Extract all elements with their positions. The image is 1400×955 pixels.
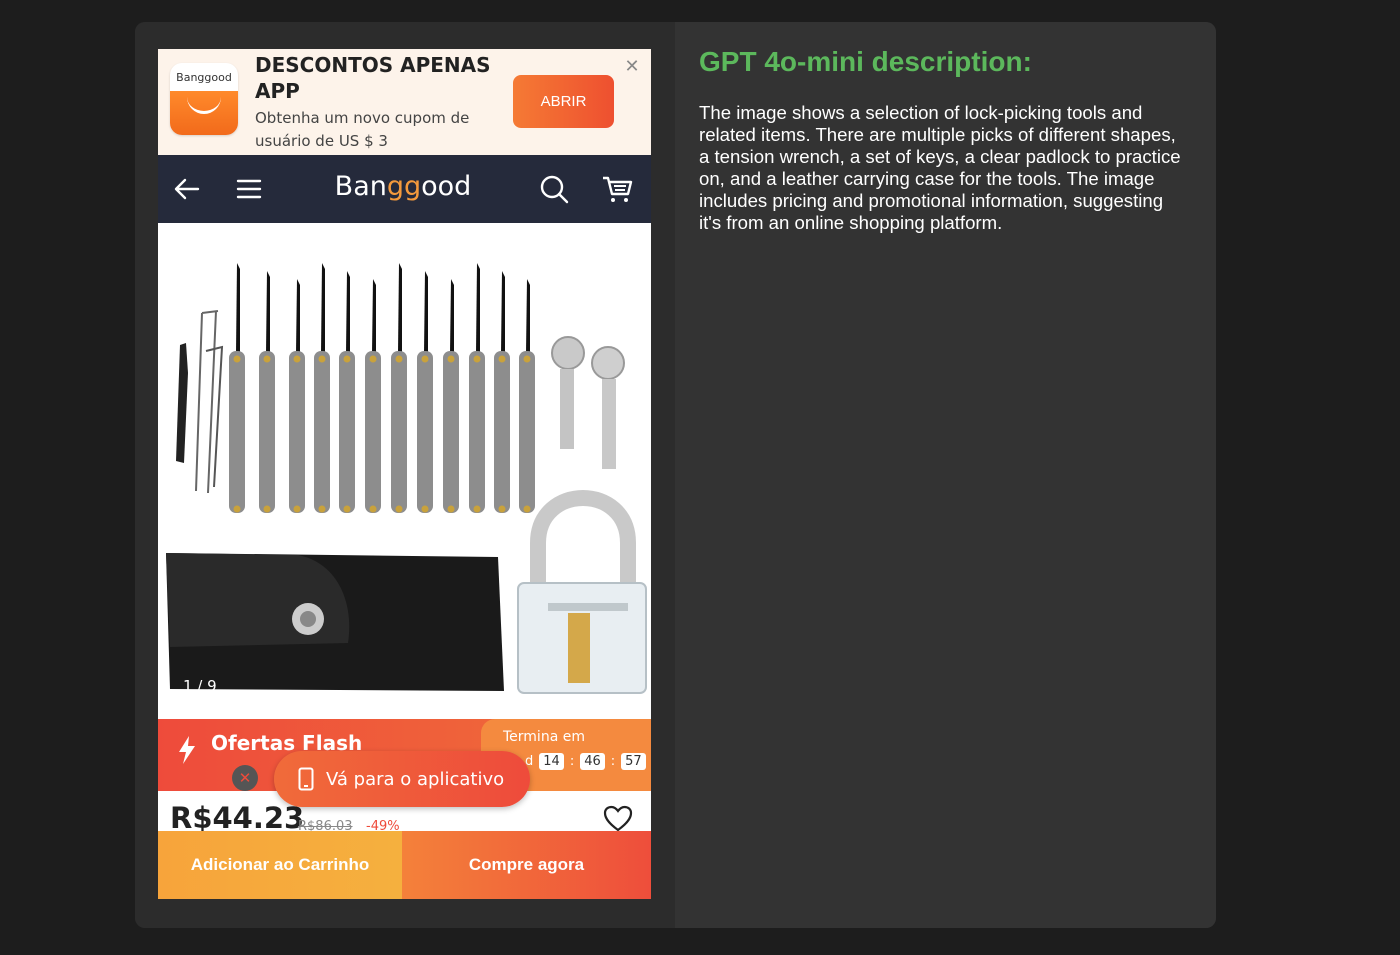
image-counter: 1 / 9: [183, 677, 217, 695]
mobile-screenshot: Banggood DESCONTOS APENAS APP Obtenha um…: [158, 49, 651, 899]
current-price: R$44.23: [170, 801, 305, 835]
hours-box: 14: [539, 753, 564, 770]
description-pane: GPT 4o-mini description: The image shows…: [675, 22, 1216, 928]
buy-now-button[interactable]: Compre agora: [402, 831, 651, 899]
minutes-box: 46: [580, 753, 605, 770]
banggood-app-logo: Banggood: [170, 63, 238, 135]
banner-title: DESCONTOS APENAS APP: [255, 53, 491, 103]
open-app-button[interactable]: ABRIR: [513, 75, 614, 128]
cart-icon[interactable]: [600, 172, 634, 206]
main-panel: Banggood DESCONTOS APENAS APP Obtenha um…: [135, 22, 1216, 928]
close-icon[interactable]: ✕: [622, 57, 642, 77]
lightning-icon: [179, 736, 195, 764]
countdown-timer: d 14 : 46 : 57: [525, 753, 646, 770]
search-icon[interactable]: [537, 172, 571, 206]
ends-in-label: Termina em: [503, 729, 585, 745]
seconds-box: 57: [621, 753, 646, 770]
banner-subtitle: Obtenha um novo cupom de usuário de US $…: [255, 109, 470, 150]
menu-icon[interactable]: [232, 172, 266, 206]
screenshot-pane: Banggood DESCONTOS APENAS APP Obtenha um…: [135, 22, 675, 928]
back-arrow-icon[interactable]: [170, 172, 204, 206]
lockpick-set-illustration: [166, 263, 647, 694]
go-to-app-button[interactable]: Vá para o aplicativo: [274, 751, 530, 807]
close-go-to-app-icon[interactable]: ✕: [232, 765, 258, 791]
add-to-cart-button[interactable]: Adicionar ao Carrinho: [158, 831, 402, 899]
app-logo-text: Banggood: [176, 70, 232, 84]
nav-bar: Banggood: [158, 155, 651, 223]
go-to-app-label: Vá para o aplicativo: [326, 768, 505, 790]
brand-logo[interactable]: Banggood: [328, 171, 478, 202]
app-promo-banner: Banggood DESCONTOS APENAS APP Obtenha um…: [158, 49, 651, 155]
description-body: The image shows a selection of lock-pick…: [699, 102, 1181, 233]
wishlist-heart-icon[interactable]: [603, 805, 633, 833]
description-title: GPT 4o-mini description:: [699, 46, 1032, 77]
product-image[interactable]: 1 / 9: [158, 223, 651, 719]
phone-icon: [298, 767, 314, 791]
